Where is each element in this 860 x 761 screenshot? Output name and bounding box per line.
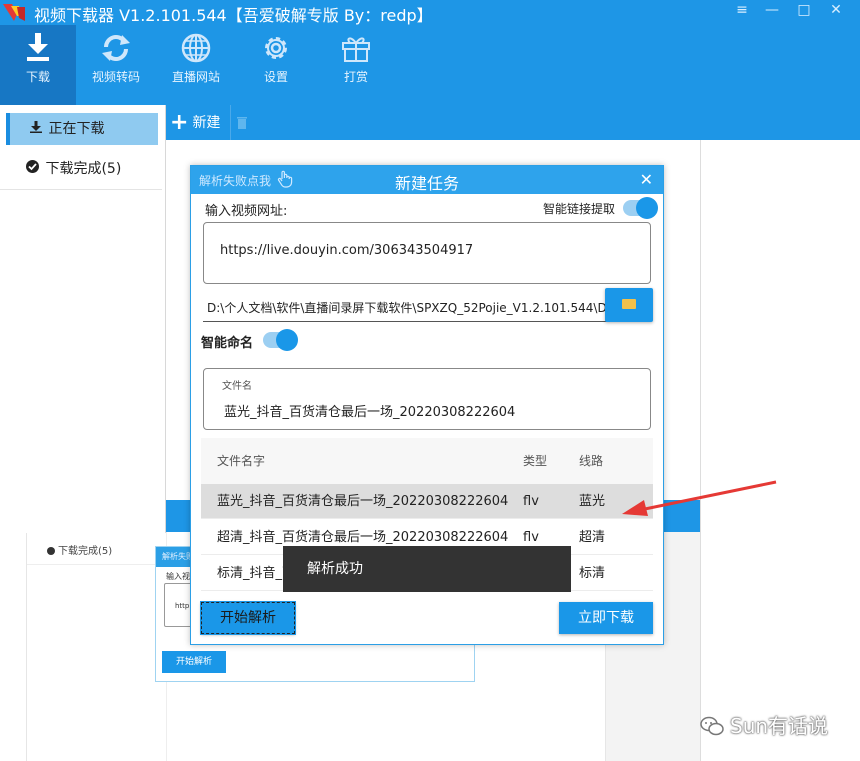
sidebar-item-downloading-label: 正在下载	[48, 121, 105, 137]
globe-icon	[181, 33, 211, 63]
plus-icon: +	[170, 110, 189, 135]
save-path-value: D:\个人文档\软件\直播间录屏下载软件\SPXZQ_52Pojie_V1.2.…	[207, 301, 607, 315]
filename-input[interactable]: 文件名 蓝光_抖音_百货清仓最后一场_20220308222604	[203, 368, 651, 430]
sidebar-item-completed[interactable]: 下载完成(5)	[6, 153, 158, 185]
check-circle-icon	[26, 153, 39, 185]
gift-icon	[342, 37, 370, 62]
sidebar: 正在下载 下载完成(5)	[0, 105, 166, 533]
new-task-button[interactable]: + 新建	[170, 111, 220, 135]
tab-download-label: 下载	[25, 70, 50, 84]
gear-icon	[265, 37, 287, 59]
main-toolbar: 下载 视频转码 直播网站 设置 打赏	[0, 25, 860, 105]
row-name: 蓝光_抖音_百货清仓最后一场_20220308222604	[217, 494, 509, 509]
smart-link-toggle[interactable]	[623, 197, 658, 219]
download-arrow-icon	[30, 113, 42, 145]
success-toast: 解析成功	[283, 546, 571, 592]
row-route: 蓝光	[579, 494, 606, 509]
watermark: Sun有话说	[700, 710, 828, 739]
sidebar-item-downloading[interactable]: 正在下载	[6, 113, 158, 145]
close-window-icon[interactable]: ✕	[826, 2, 846, 18]
column-header-type: 类型	[523, 454, 548, 468]
tab-transcode-label: 视频转码	[91, 70, 140, 84]
annotation-arrow-icon	[622, 480, 777, 516]
download-icon	[27, 33, 49, 61]
wechat-icon	[700, 716, 724, 736]
right-frame	[700, 140, 860, 761]
filename-hint: 文件名	[222, 381, 252, 392]
minimize-icon[interactable]: —	[762, 2, 782, 18]
tab-transcode[interactable]: 视频转码	[78, 25, 154, 105]
background-done-label: 下载完成(5)	[47, 542, 112, 557]
browse-folder-button[interactable]	[605, 288, 653, 322]
refresh-icon	[102, 35, 130, 61]
trash-icon[interactable]	[236, 115, 248, 129]
right-frame-edge	[700, 140, 701, 761]
row-route: 超清	[579, 530, 606, 545]
action-divider	[230, 105, 231, 140]
sidebar-divider	[0, 189, 162, 190]
smart-link-label: 智能链接提取	[542, 202, 615, 216]
tab-live-sites-label: 直播网站	[171, 70, 220, 84]
background-dialog-url-label: 输入视	[166, 572, 190, 581]
watermark-text: Sun有话说	[730, 714, 829, 738]
table-row[interactable]: 蓝光_抖音_百货清仓最后一场_20220308222604 flv 蓝光	[201, 484, 653, 519]
tab-settings[interactable]: 设置	[238, 25, 314, 105]
url-value: https://live.douyin.com/306343504917	[220, 243, 474, 258]
background-dialog-url-fragment: http	[175, 602, 190, 610]
tab-donate[interactable]: 打赏	[318, 25, 394, 105]
url-input[interactable]: https://live.douyin.com/306343504917	[203, 222, 651, 284]
maximize-icon[interactable]: □	[794, 2, 814, 18]
smart-name-label: 智能命名	[201, 336, 254, 351]
window-title: 视频下载器 V1.2.101.544【吾爱破解专版 By：redp】	[34, 6, 433, 25]
row-type: flv	[523, 494, 539, 509]
background-separator	[27, 564, 167, 565]
filename-value: 蓝光_抖音_百货清仓最后一场_20220308222604	[224, 405, 516, 420]
background-sidebar: 下载完成(5)	[27, 532, 167, 761]
tab-settings-label: 设置	[263, 70, 288, 84]
background-parse-button: 开始解析	[162, 651, 226, 673]
close-icon[interactable]: ✕	[640, 170, 653, 189]
table-header: 文件名字 类型 线路	[201, 438, 653, 484]
title-bar: 视频下载器 V1.2.101.544【吾爱破解专版 By：redp】 ≡ — □…	[0, 0, 860, 25]
new-task-label: 新建	[192, 115, 221, 131]
folder-icon	[622, 299, 636, 309]
tab-donate-label: 打赏	[343, 70, 368, 84]
save-path-input[interactable]: D:\个人文档\软件\直播间录屏下载软件\SPXZQ_52Pojie_V1.2.…	[203, 294, 607, 322]
tab-live-sites[interactable]: 直播网站	[158, 25, 234, 105]
column-header-name: 文件名字	[217, 454, 266, 468]
action-bar: + 新建	[166, 105, 860, 140]
dialog-title-bar: 解析失败点我 新建任务 ✕	[191, 166, 663, 194]
row-route: 标清	[579, 566, 606, 581]
url-label: 输入视频网址:	[205, 204, 288, 219]
menu-icon[interactable]: ≡	[732, 2, 752, 18]
smart-name-toggle[interactable]	[263, 329, 298, 351]
download-now-button[interactable]: 立即下载	[559, 602, 653, 634]
start-parse-button[interactable]: 开始解析	[200, 601, 296, 635]
tab-download[interactable]: 下载	[0, 25, 76, 105]
toggle-knob	[636, 197, 658, 219]
app-logo-icon	[3, 4, 25, 21]
dialog-title: 新建任务	[394, 174, 459, 193]
sidebar-item-completed-label: 下载完成(5)	[45, 161, 122, 177]
toggle-knob	[276, 329, 298, 351]
column-header-route: 线路	[579, 454, 604, 468]
